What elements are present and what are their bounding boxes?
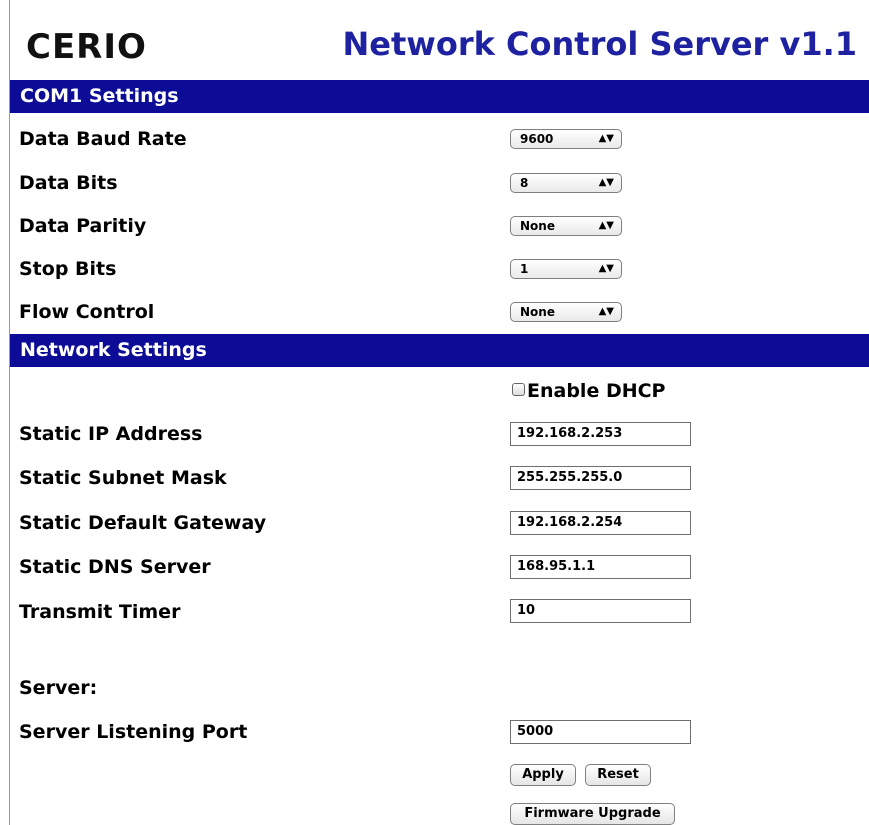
dhcp-checkbox[interactable] [512, 383, 525, 396]
flow-control-select[interactable]: None ▲▼ [510, 302, 622, 322]
parity-value: None [520, 219, 555, 233]
gateway-input[interactable]: 192.168.2.254 [510, 511, 691, 535]
com1-section-header: COM1 Settings [10, 80, 869, 113]
parity-label: Data Paritiy [19, 215, 147, 237]
page-title: Network Control Server v1.1 [342, 25, 857, 63]
data-bits-select[interactable]: 8 ▲▼ [510, 173, 622, 193]
baud-rate-label: Data Baud Rate [19, 128, 187, 150]
stop-bits-label: Stop Bits [19, 258, 117, 280]
listening-port-label: Server Listening Port [19, 721, 248, 743]
left-border-rule [9, 0, 10, 825]
baud-rate-value: 9600 [520, 132, 554, 146]
firmware-upgrade-button[interactable]: Firmware Upgrade [510, 803, 675, 825]
parity-select[interactable]: None ▲▼ [510, 216, 622, 236]
static-ip-label: Static IP Address [19, 423, 203, 445]
gateway-label: Static Default Gateway [19, 512, 267, 534]
transmit-timer-label: Transmit Timer [19, 601, 181, 623]
page-header: CERIO Network Control Server v1.1 [10, 0, 869, 80]
data-bits-value: 8 [520, 176, 529, 190]
dns-input[interactable]: 168.95.1.1 [510, 555, 691, 579]
dhcp-label: Enable DHCP [527, 380, 666, 402]
updown-chevron-icon: ▲▼ [598, 220, 614, 231]
stop-bits-select[interactable]: 1 ▲▼ [510, 259, 622, 279]
subnet-mask-label: Static Subnet Mask [19, 467, 227, 489]
transmit-timer-input[interactable]: 10 [510, 599, 691, 623]
updown-chevron-icon: ▲▼ [598, 306, 614, 317]
reset-button[interactable]: Reset [585, 764, 651, 786]
dns-label: Static DNS Server [19, 556, 211, 578]
dhcp-option[interactable]: Enable DHCP [512, 380, 665, 402]
listening-port-input[interactable]: 5000 [510, 720, 691, 744]
cerio-logo: CERIO [26, 27, 147, 67]
updown-chevron-icon: ▲▼ [598, 133, 614, 144]
static-ip-input[interactable]: 192.168.2.253 [510, 422, 691, 446]
apply-button[interactable]: Apply [510, 764, 576, 786]
flow-control-label: Flow Control [19, 301, 155, 323]
updown-chevron-icon: ▲▼ [598, 263, 614, 274]
flow-control-value: None [520, 305, 555, 319]
subnet-mask-input[interactable]: 255.255.255.0 [510, 466, 691, 490]
stop-bits-value: 1 [520, 262, 529, 276]
baud-rate-select[interactable]: 9600 ▲▼ [510, 129, 622, 149]
server-heading: Server: [19, 677, 98, 699]
data-bits-label: Data Bits [19, 172, 118, 194]
network-section-header: Network Settings [10, 334, 869, 367]
updown-chevron-icon: ▲▼ [598, 177, 614, 188]
